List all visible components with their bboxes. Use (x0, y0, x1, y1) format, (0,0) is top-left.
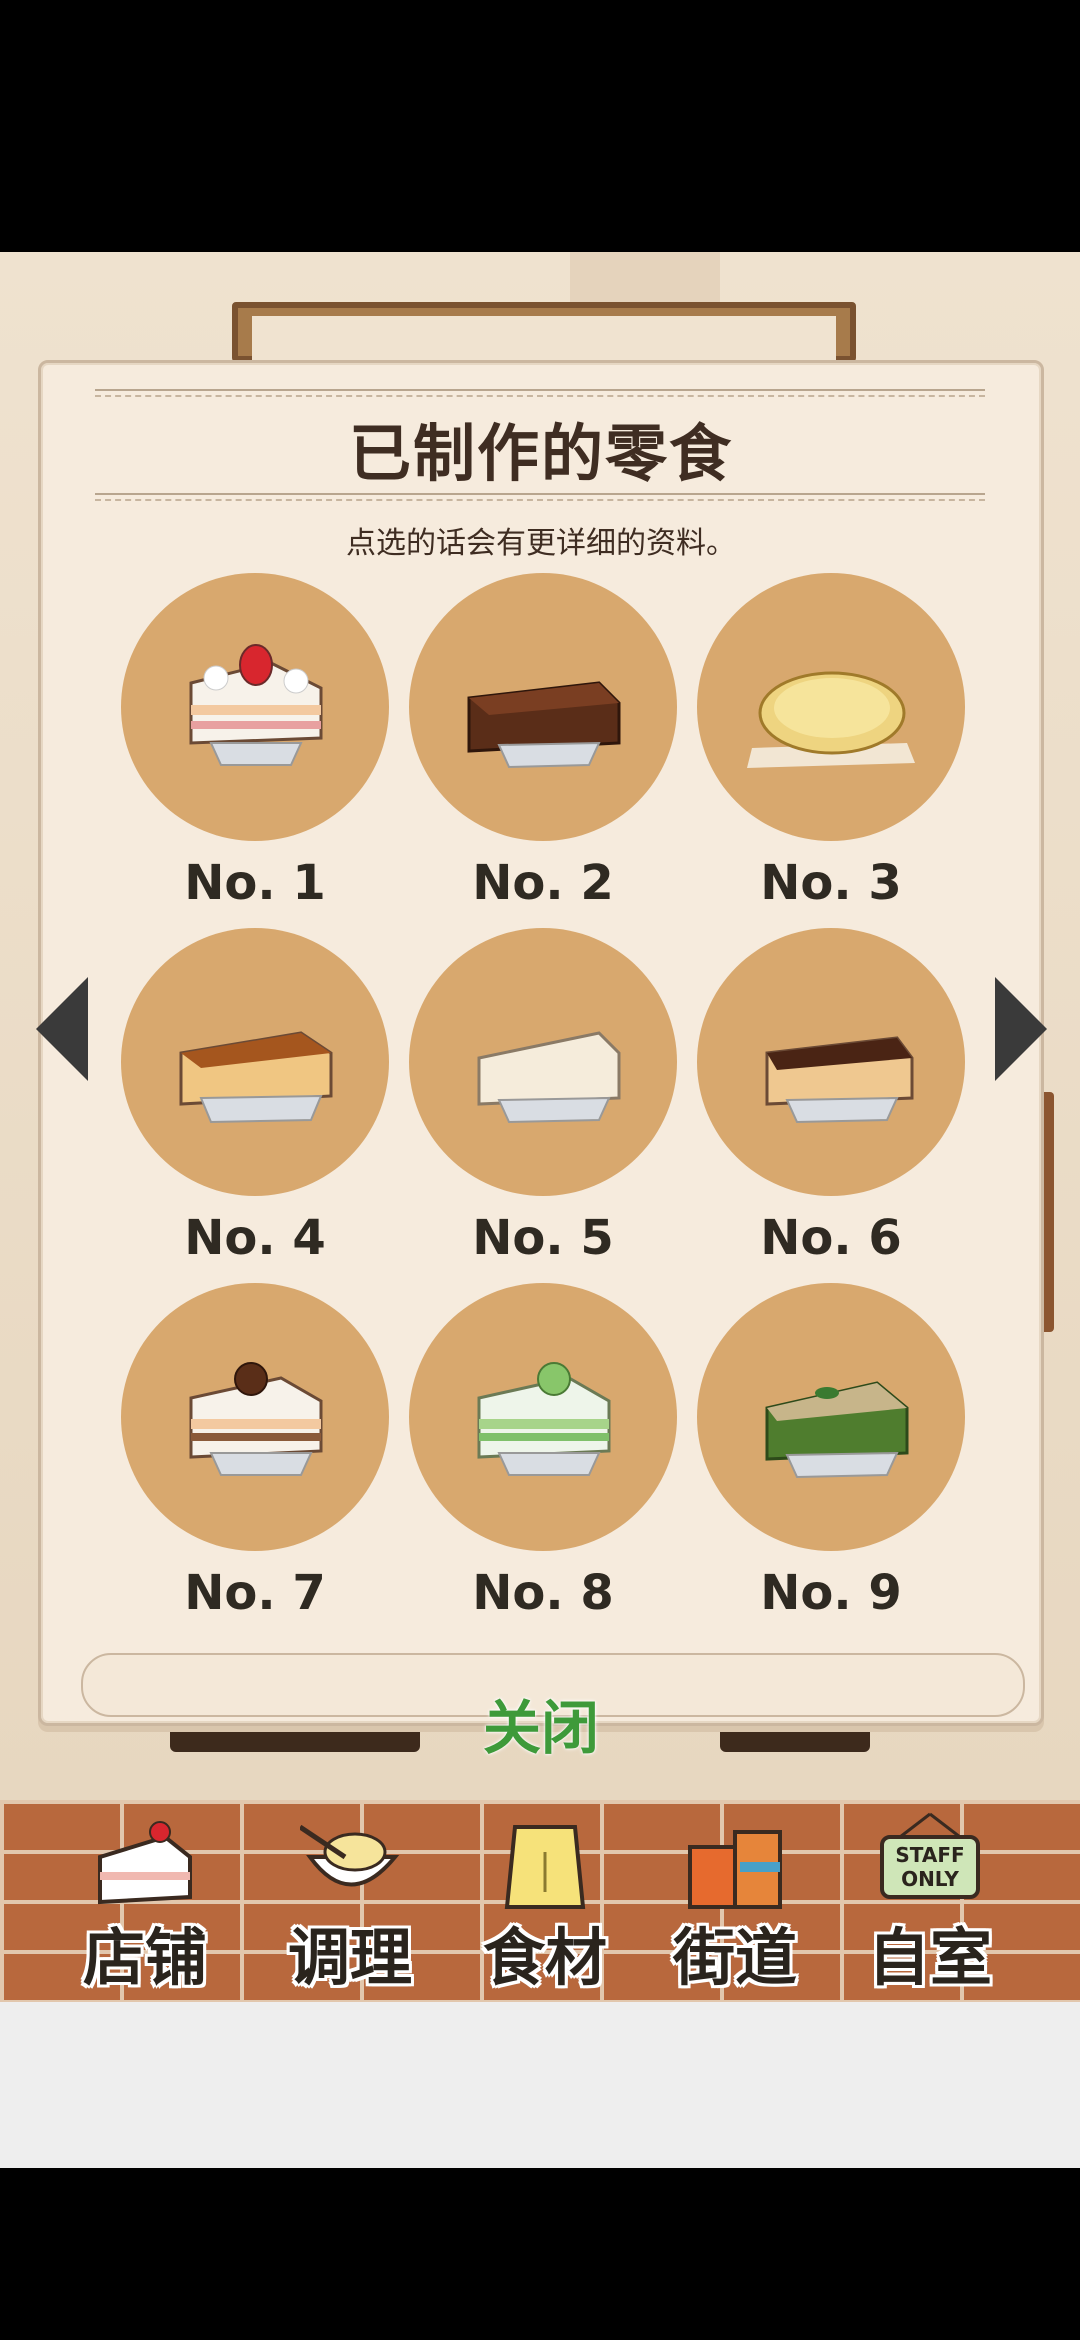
title-rule-top-dashed (95, 395, 985, 397)
snack-item-3[interactable]: No. 3 (697, 573, 965, 918)
snack-slot-6[interactable] (697, 928, 965, 1196)
snack-item-6[interactable]: No. 6 (697, 928, 965, 1273)
chocolate-cheesecake-icon (765, 1036, 914, 1124)
snack-label: No. 2 (472, 855, 614, 911)
melon-shortcake-icon (477, 1362, 611, 1476)
game-screen: 已制作的零食 点选的话会有更详细的资料。 No. 1 No. 2 No. 3 N… (0, 252, 1080, 2002)
snack-slot-7[interactable] (121, 1283, 389, 1551)
snack-collection-dialog: 已制作的零食 点选的话会有更详细的资料。 No. 1 No. 2 No. 3 N… (38, 360, 1044, 1762)
shops-icon (688, 1830, 782, 1909)
nav-label: 自室 (867, 1921, 992, 1994)
snack-label: No. 8 (472, 1565, 614, 1621)
snack-item-7[interactable]: No. 7 (121, 1283, 389, 1628)
snack-slot-5[interactable] (409, 928, 677, 1196)
previous-page-arrow-icon[interactable] (36, 977, 88, 1081)
nav-ingredients[interactable]: 食材 (450, 1812, 640, 1994)
white-cheesecake-icon (477, 1031, 621, 1124)
status-bar-area (0, 0, 1080, 252)
title-rule-bottom-dashed (95, 499, 985, 501)
background-menu-board (232, 302, 856, 396)
snack-slot-1[interactable] (121, 573, 389, 841)
snack-label: No. 9 (760, 1565, 902, 1621)
nav-label: 调理 (287, 1921, 412, 1994)
snack-slot-3[interactable] (697, 573, 965, 841)
snack-label: No. 7 (184, 1565, 326, 1621)
snack-slot-8[interactable] (409, 1283, 677, 1551)
title-rule-top (95, 389, 985, 391)
matcha-cake-icon (765, 1381, 909, 1479)
chocolate-cake-icon (467, 681, 621, 769)
snack-item-4[interactable]: No. 4 (121, 928, 389, 1273)
dialog-subtitle: 点选的话会有更详细的资料。 (346, 526, 736, 561)
nav-label: 街道 (672, 1921, 797, 1994)
snack-item-2[interactable]: No. 2 (409, 573, 677, 918)
nav-label: 食材 (482, 1921, 607, 1994)
snack-label: No. 1 (184, 855, 326, 911)
snack-slot-2[interactable] (409, 573, 677, 841)
mixing-bowl-icon (300, 1824, 400, 1887)
snack-label: No. 6 (760, 1210, 902, 1266)
close-button[interactable]: 关闭 (41, 1681, 1041, 1765)
staff-sign-text-1: STAFF (895, 1843, 964, 1867)
nav-cooking[interactable]: 调理 (255, 1812, 445, 1994)
nav-street[interactable]: 街道 (640, 1812, 830, 1994)
next-page-arrow-icon[interactable] (995, 977, 1047, 1081)
navigation-gap (0, 2002, 1080, 2168)
staff-sign-text-2: ONLY (901, 1867, 959, 1891)
flour-bag-icon (504, 1825, 586, 1909)
snack-item-1[interactable]: No. 1 (121, 573, 389, 918)
snack-label: No. 3 (760, 855, 902, 911)
chestnut-shortcake-icon (189, 1362, 323, 1476)
snack-label: No. 4 (184, 1210, 326, 1266)
strawberry-shortcake-icon (189, 644, 323, 766)
nav-shop[interactable]: 店铺 (50, 1812, 240, 1994)
lemon-tart-icon (747, 671, 915, 768)
snack-item-8[interactable]: No. 8 (409, 1283, 677, 1628)
system-nav-area (0, 2168, 1080, 2340)
snack-item-9[interactable]: No. 9 (697, 1283, 965, 1628)
snack-slot-4[interactable] (121, 928, 389, 1196)
snack-slot-9[interactable] (697, 1283, 965, 1551)
basque-cheesecake-icon (179, 1031, 333, 1124)
snack-label: No. 5 (472, 1210, 614, 1266)
nav-room[interactable]: STAFF ONLY 自室 (835, 1812, 1025, 1994)
title-rule-bottom (95, 493, 985, 495)
dialog-title: 已制作的零食 (348, 417, 733, 490)
snack-item-5[interactable]: No. 5 (409, 928, 677, 1273)
staff-only-sign-icon: STAFF ONLY (880, 1812, 980, 1899)
shortcake-icon (98, 1821, 192, 1905)
nav-label: 店铺 (82, 1921, 207, 1994)
snack-grid: No. 1 No. 2 No. 3 No. 4 No. 5 No. 6 No. … (121, 573, 971, 1623)
